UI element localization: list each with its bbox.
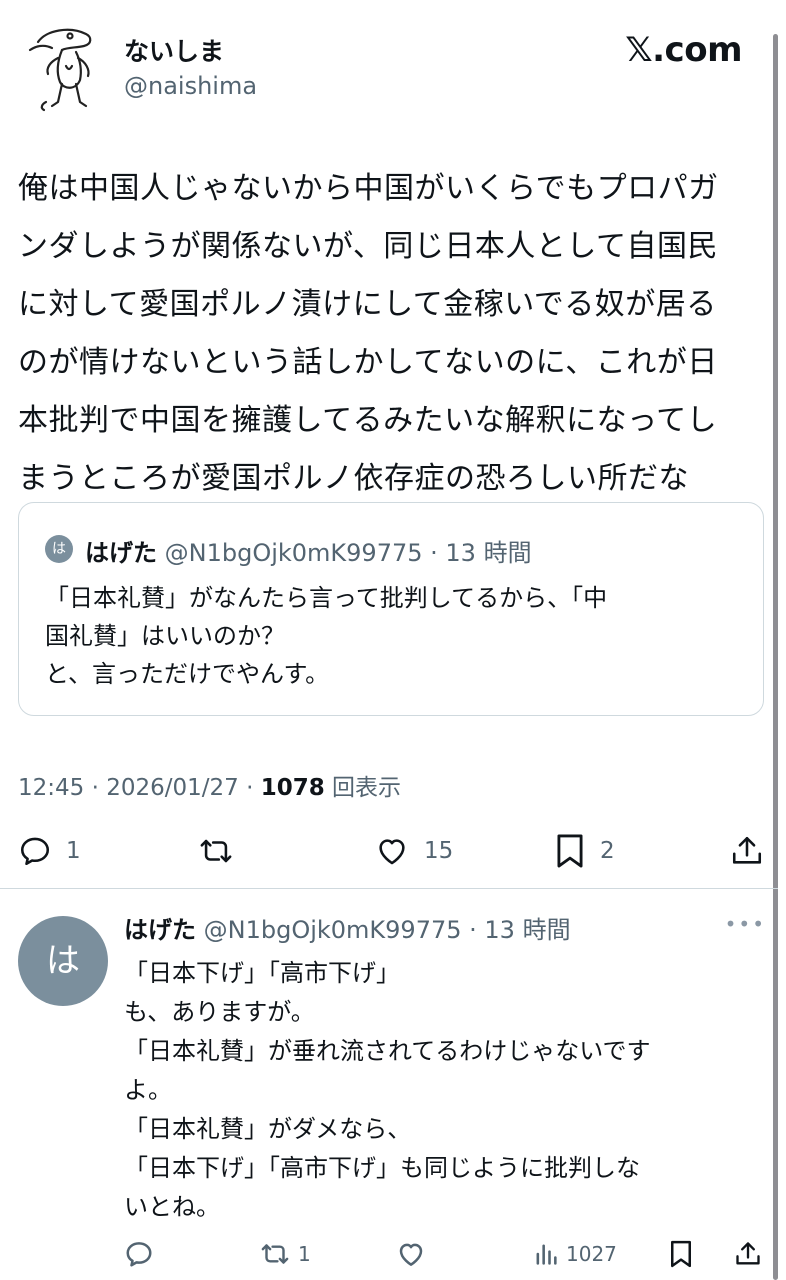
post-timestamp: 12:45 · 2026/01/27 · 1078 回表示 — [18, 768, 401, 802]
reply-icon — [20, 837, 50, 866]
reply-avatar[interactable]: は — [18, 916, 108, 1006]
like-button[interactable]: 15 — [374, 826, 453, 876]
reply-icon — [126, 1242, 152, 1267]
bookmark-icon — [557, 834, 583, 868]
more-icon[interactable]: ••• — [725, 912, 766, 936]
retweet-icon — [200, 839, 232, 863]
reply-actions: 1 1027 — [124, 1234, 770, 1274]
share-icon — [732, 836, 762, 864]
reply-retweet-button[interactable]: 1 — [258, 1234, 311, 1274]
reply-meta: @N1bgOjk0mK99775 · 13 時間 — [196, 916, 571, 944]
quote-meta: @N1bgOjk0mK99775 · 13 時間 — [157, 539, 532, 567]
reply-share-button[interactable] — [734, 1234, 762, 1274]
reply-retweet-count: 1 — [298, 1242, 311, 1266]
bookmark-icon — [671, 1240, 691, 1268]
like-icon — [399, 1243, 423, 1266]
reply-count: 1 — [66, 838, 81, 864]
time-date: 12:45 · 2026/01/27 · — [18, 775, 261, 801]
reply-like-button[interactable] — [396, 1234, 426, 1274]
quote-text: 「日本礼賛」がなんたら言って批判してるから、「中 国礼賛」はいいのか？ と、言っ… — [45, 584, 608, 688]
quote-author-name: はげた — [85, 539, 157, 567]
scrollbar[interactable] — [773, 34, 778, 1280]
bookmark-button[interactable]: 2 — [554, 826, 615, 876]
quote-header: はげた @N1bgOjk0mK99775 · 13 時間 — [85, 533, 532, 568]
like-icon — [379, 839, 405, 865]
share-icon — [736, 1242, 760, 1265]
x-logo: 𝕏.com — [625, 30, 742, 70]
post-header: ないしま @naishima 𝕏.com — [18, 20, 762, 120]
reply-button[interactable]: 1 — [18, 826, 81, 876]
retweet-button[interactable] — [196, 826, 236, 876]
quoted-post[interactable]: は はげた @N1bgOjk0mK99775 · 13 時間 「日本礼賛」がなん… — [18, 502, 764, 716]
post-actions: 1 15 2 — [18, 826, 770, 876]
reply-views-button[interactable]: 1027 — [532, 1234, 617, 1274]
retweet-icon — [261, 1244, 289, 1264]
views-label: 回表示 — [324, 775, 402, 801]
like-count: 15 — [424, 838, 454, 864]
bookmark-count: 2 — [600, 838, 615, 864]
view-count: 1078 — [260, 775, 325, 801]
reply-author-name[interactable]: はげた — [124, 916, 196, 944]
author-name[interactable]: ないしま — [124, 32, 224, 68]
author-handle[interactable]: @naishima — [124, 72, 257, 100]
reply-reply-button[interactable] — [124, 1234, 154, 1274]
views-icon — [536, 1244, 557, 1265]
reply-header: はげた @N1bgOjk0mK99775 · 13 時間 — [124, 910, 571, 945]
post-text: 俺は中国人じゃないから中国がいくらでもプロパガ ンダしようが関係ないが、同じ日本… — [18, 171, 719, 496]
frog-sketch-icon — [28, 28, 92, 112]
share-button[interactable] — [730, 826, 764, 876]
reply-text: 「日本下げ」「高市下げ」 も、ありますが。 「日本礼賛」が垂れ流されてるわけじゃ… — [124, 959, 651, 1221]
divider — [0, 888, 778, 889]
author-avatar[interactable] — [18, 20, 108, 112]
reply-bookmark-button[interactable] — [668, 1234, 694, 1274]
reply-view-count: 1027 — [566, 1242, 617, 1266]
quote-avatar: は — [45, 535, 73, 563]
